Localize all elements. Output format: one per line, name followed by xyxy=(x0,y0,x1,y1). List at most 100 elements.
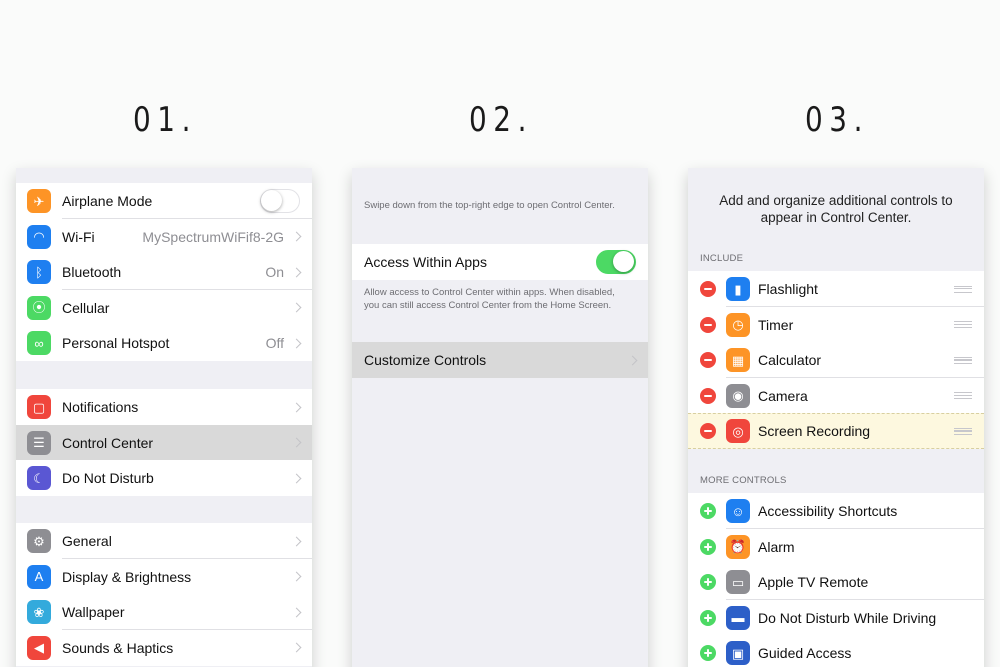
settings-row-wi-fi[interactable]: ◠ Wi-Fi MySpectrumWiFif8-2G xyxy=(16,218,312,255)
add-accessibility-shortcuts-button[interactable] xyxy=(700,503,716,519)
settings-row-label: Notifications xyxy=(62,399,139,415)
settings-row-general[interactable]: ⚙ General xyxy=(16,523,312,559)
hotspot-icon: ∞ xyxy=(27,331,51,356)
chevron-right-icon xyxy=(291,402,302,412)
more-control-alarm: ⏰ Alarm xyxy=(688,528,984,565)
lock-icon: ▣ xyxy=(726,641,750,666)
included-control-timer: ◷ Timer xyxy=(688,306,984,343)
customize-panel: Add and organize additional controls to … xyxy=(688,168,984,667)
add-do-not-disturb-while-driving-button[interactable] xyxy=(700,609,716,626)
reorder-handle-icon[interactable] xyxy=(954,427,972,435)
accessibility-icon: ☺ xyxy=(726,499,750,523)
control-label: Screen Recording xyxy=(758,423,871,440)
cellular-icon: ⦿ xyxy=(27,295,51,320)
timer-icon: ◷ xyxy=(726,312,750,337)
chevron-right-icon xyxy=(291,536,302,546)
control-label: Timer xyxy=(758,316,794,333)
access-within-apps-note: Allow access to Control Center within ap… xyxy=(364,287,615,311)
settings-row-sounds-and-haptics[interactable]: ◀ Sounds & Haptics xyxy=(16,629,312,666)
included-control-flashlight: ▮ Flashlight xyxy=(688,271,984,307)
add-alarm-button[interactable] xyxy=(700,538,716,555)
more-control-apple-tv-remote: ▭ Apple TV Remote xyxy=(688,564,984,601)
control-center-intro: Swipe down from the top-right edge to op… xyxy=(364,200,615,211)
chevron-right-icon xyxy=(291,437,302,448)
control-center-icon: ☰ xyxy=(27,430,51,455)
included-control-camera: ◉ Camera xyxy=(688,377,984,414)
control-center-panel: Swipe down from the top-right edge to op… xyxy=(352,168,648,667)
settings-row-label: Control Center xyxy=(62,434,154,451)
settings-row-bluetooth[interactable]: ᛒ Bluetooth On xyxy=(16,254,312,291)
chevron-right-icon xyxy=(291,473,302,484)
included-control-screen-recording: ◎ Screen Recording xyxy=(688,413,984,450)
chevron-right-icon xyxy=(291,642,302,653)
settings-row-label: Personal Hotspot xyxy=(62,335,170,352)
settings-row-notifications[interactable]: ▢ Notifications xyxy=(16,389,312,425)
included-control-calculator: ▦ Calculator xyxy=(688,342,984,379)
control-label: Alarm xyxy=(758,538,795,555)
settings-row-label: Wi-Fi xyxy=(62,228,95,245)
remove-screen-recording-button[interactable] xyxy=(700,423,716,440)
reorder-handle-icon[interactable] xyxy=(954,321,972,329)
settings-row-do-not-disturb[interactable]: ☾ Do Not Disturb xyxy=(16,460,312,497)
reorder-handle-icon[interactable] xyxy=(954,392,972,400)
chevron-right-icon xyxy=(291,571,302,582)
access-within-apps-toggle[interactable] xyxy=(596,250,636,274)
settings-row-personal-hotspot[interactable]: ∞ Personal Hotspot Off xyxy=(16,325,312,362)
settings-row-airplane-mode[interactable]: ✈ Airplane Mode xyxy=(16,183,312,219)
airplane-mode-toggle[interactable] xyxy=(260,189,300,213)
more-control-do-not-disturb-while-driving: ▬ Do Not Disturb While Driving xyxy=(688,599,984,636)
flashlight-icon: ▮ xyxy=(726,277,750,301)
chevron-right-icon xyxy=(291,607,302,618)
chevron-right-icon xyxy=(291,302,302,313)
control-label: Accessibility Shortcuts xyxy=(758,503,898,519)
settings-row-label: Sounds & Haptics xyxy=(62,639,174,656)
add-guided-access-button[interactable] xyxy=(700,645,716,662)
more-controls-section-header: MORE CONTROLS xyxy=(700,475,787,486)
chevron-right-icon xyxy=(291,231,302,242)
display-icon: A xyxy=(27,564,51,589)
wifi-icon: ◠ xyxy=(27,224,51,249)
settings-row-wallpaper[interactable]: ❀ Wallpaper xyxy=(16,594,312,631)
alarm-icon: ⏰ xyxy=(726,534,750,559)
settings-row-display-and-brightness[interactable]: A Display & Brightness xyxy=(16,558,312,595)
settings-row-label: Do Not Disturb xyxy=(62,470,154,487)
control-label: Calculator xyxy=(758,352,822,369)
remove-timer-button[interactable] xyxy=(700,316,716,333)
control-label: Apple TV Remote xyxy=(758,574,869,591)
settings-row-value: On xyxy=(265,264,284,281)
settings-row-label: Airplane Mode xyxy=(62,193,153,209)
chevron-right-icon xyxy=(627,355,638,365)
wallpaper-icon: ❀ xyxy=(27,600,51,625)
screen-recording-icon: ◎ xyxy=(726,419,750,444)
reorder-handle-icon[interactable] xyxy=(954,285,972,293)
customize-intro: Add and organize additional controls to … xyxy=(719,193,953,225)
settings-row-label: Wallpaper xyxy=(62,604,125,621)
include-section-header: INCLUDE xyxy=(700,253,744,264)
add-apple-tv-remote-button[interactable] xyxy=(700,574,716,591)
tv-remote-icon: ▭ xyxy=(726,570,750,595)
settings-row-label: Bluetooth xyxy=(62,264,122,281)
control-label: Flashlight xyxy=(758,281,818,297)
control-label: Do Not Disturb While Driving xyxy=(758,609,937,626)
car-icon: ▬ xyxy=(726,605,750,630)
camera-icon: ◉ xyxy=(726,383,750,408)
settings-row-label: General xyxy=(62,533,112,549)
reorder-handle-icon[interactable] xyxy=(954,356,972,364)
airplane-icon: ✈ xyxy=(27,189,51,213)
access-within-apps-row: Access Within Apps xyxy=(352,244,648,280)
moon-icon: ☾ xyxy=(27,466,51,491)
customize-controls-row[interactable]: Customize Controls xyxy=(352,342,648,378)
remove-camera-button[interactable] xyxy=(700,387,716,404)
settings-row-value: MySpectrumWiFif8-2G xyxy=(142,228,284,245)
step-number-2: 02. xyxy=(468,100,534,140)
step-number-1: 01. xyxy=(132,100,198,140)
more-control-guided-access: ▣ Guided Access xyxy=(688,635,984,667)
calculator-icon: ▦ xyxy=(726,348,750,373)
settings-row-control-center[interactable]: ☰ Control Center xyxy=(16,424,312,461)
step-number-3: 03. xyxy=(804,100,870,140)
settings-row-cellular[interactable]: ⦿ Cellular xyxy=(16,289,312,326)
remove-calculator-button[interactable] xyxy=(700,352,716,369)
remove-flashlight-button[interactable] xyxy=(700,281,716,297)
settings-row-label: Cellular xyxy=(62,299,110,316)
customize-controls-label: Customize Controls xyxy=(364,352,487,368)
